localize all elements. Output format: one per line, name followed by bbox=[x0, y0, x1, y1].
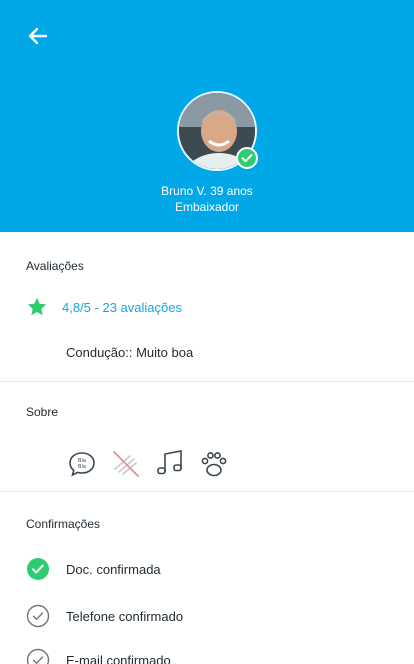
driving-rating: Condução:: Muito boa bbox=[66, 345, 194, 360]
paw-icon bbox=[201, 452, 227, 477]
ratings-summary: 4,8/5 - 23 avaliações bbox=[62, 299, 182, 315]
check-circle-outline-icon bbox=[26, 604, 50, 628]
confirmation-label: Telefone confirmado bbox=[66, 608, 184, 624]
confirmation-item-doc: Doc. confirmada bbox=[26, 557, 161, 581]
about-icons: Bla Bla bbox=[66, 446, 230, 482]
check-circle-filled-icon bbox=[27, 558, 49, 580]
profile-header: Bruno V. 39 anos Embaixador bbox=[0, 0, 414, 232]
confirmation-label: Doc. confirmada bbox=[66, 561, 161, 577]
avatar-container bbox=[177, 91, 258, 171]
arrow-left-icon bbox=[28, 27, 48, 45]
confirmations-title: Confirmações bbox=[26, 517, 101, 531]
music-note-icon bbox=[157, 450, 182, 475]
profile-name: Bruno V. 39 anos bbox=[161, 184, 253, 198]
star-icon bbox=[27, 297, 47, 316]
confirmation-item-email: E-mail confirmado bbox=[26, 648, 171, 664]
about-title: Sobre bbox=[26, 405, 59, 419]
chat-bubble-icon: Bla Bla bbox=[69, 452, 95, 477]
no-smoking-icon bbox=[113, 451, 139, 477]
verified-badge bbox=[236, 147, 258, 169]
back-button[interactable] bbox=[26, 24, 50, 48]
check-circle-outline-icon bbox=[26, 648, 50, 664]
divider bbox=[0, 491, 414, 492]
profile-role: Embaixador bbox=[174, 200, 240, 214]
confirmation-item-phone: Telefone confirmado bbox=[26, 604, 183, 628]
confirmation-label: E-mail confirmado bbox=[66, 652, 171, 664]
ratings-summary-link[interactable]: 4,8/5 - 23 avaliações bbox=[26, 296, 182, 318]
svg-text:Bla: Bla bbox=[78, 464, 86, 470]
divider bbox=[0, 381, 414, 382]
checkmark-icon bbox=[241, 154, 253, 163]
ratings-title: Avaliações bbox=[26, 259, 84, 273]
